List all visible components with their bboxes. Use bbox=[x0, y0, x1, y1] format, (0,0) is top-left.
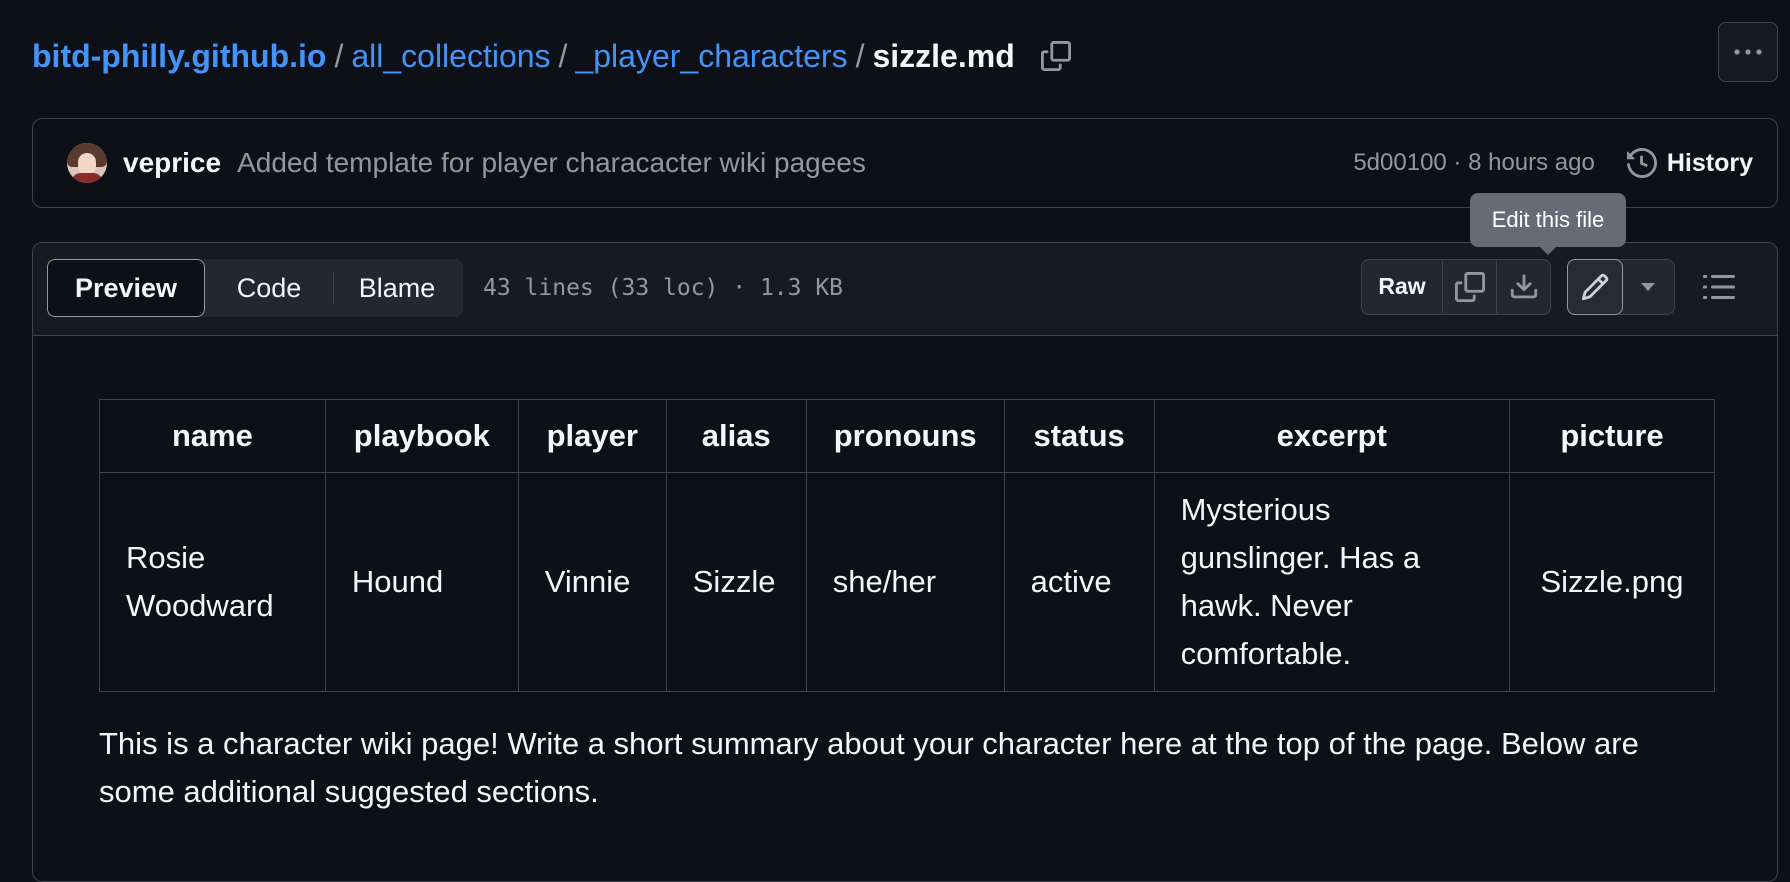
markdown-body: name playbook player alias pronouns stat… bbox=[99, 399, 1716, 847]
table-cell-name: Rosie Woodward bbox=[99, 472, 326, 692]
copy-raw-button[interactable] bbox=[1442, 260, 1496, 313]
table-cell-status: active bbox=[1003, 472, 1155, 692]
table-cell-pronouns: she/her bbox=[805, 472, 1005, 692]
breadcrumb-repo-link[interactable]: bitd-philly.github.io bbox=[32, 38, 326, 75]
summary-paragraph: This is a character wiki page! Write a s… bbox=[99, 726, 1639, 809]
breadcrumb-folder-link[interactable]: all_collections bbox=[351, 38, 550, 75]
commit-author-link[interactable]: veprice bbox=[123, 147, 221, 179]
list-unordered-icon bbox=[1703, 275, 1735, 299]
column-header: status bbox=[1003, 399, 1155, 473]
download-icon bbox=[1510, 273, 1537, 298]
copy-icon bbox=[1454, 271, 1485, 302]
file-header: Preview Code Blame 43 lines (33 loc) · 1… bbox=[33, 243, 1777, 336]
column-header: picture bbox=[1508, 399, 1716, 473]
column-header: alias bbox=[665, 399, 807, 473]
kebab-horizontal-icon bbox=[1734, 49, 1762, 55]
breadcrumb-current-file: sizzle.md bbox=[872, 37, 1015, 74]
breadcrumb-folder-link[interactable]: _player_characters bbox=[575, 38, 847, 75]
commit-sha-time[interactable]: 5d00100 · 8 hours ago bbox=[1353, 149, 1595, 177]
tab-blame[interactable]: Blame bbox=[334, 259, 460, 317]
copy-path-icon[interactable] bbox=[1040, 41, 1071, 71]
history-icon bbox=[1626, 148, 1657, 178]
avatar[interactable] bbox=[67, 143, 107, 183]
raw-button[interactable]: Raw bbox=[1362, 260, 1442, 313]
history-button[interactable]: History bbox=[1626, 148, 1753, 178]
column-header: name bbox=[99, 399, 326, 473]
tab-preview[interactable]: Preview bbox=[47, 259, 205, 317]
breadcrumb-separator: / bbox=[558, 37, 568, 74]
table-cell-playbook: Hound bbox=[324, 472, 519, 692]
edit-options-dropdown[interactable] bbox=[1623, 260, 1673, 313]
history-label: History bbox=[1666, 148, 1753, 177]
breadcrumb-separator: / bbox=[855, 37, 865, 74]
edit-button-group bbox=[1566, 258, 1675, 315]
file-view: Preview Code Blame 43 lines (33 loc) · 1… bbox=[32, 242, 1778, 882]
column-header: pronouns bbox=[805, 399, 1005, 473]
character-table: name playbook player alias pronouns stat… bbox=[99, 399, 1716, 692]
tab-code[interactable]: Code bbox=[205, 259, 333, 317]
commit-message-link[interactable]: Added template for player characacter wi… bbox=[237, 147, 866, 179]
breadcrumb: bitd-philly.github.io / all_collections … bbox=[32, 30, 1071, 82]
file-size-info: 43 lines (33 loc) · 1.3 KB bbox=[483, 275, 844, 301]
table-cell-picture: Sizzle.png bbox=[1508, 472, 1716, 692]
breadcrumb-separator: / bbox=[334, 37, 344, 74]
download-raw-button[interactable] bbox=[1496, 260, 1550, 313]
view-mode-segmented-control: Preview Code Blame bbox=[47, 259, 463, 317]
column-header: playbook bbox=[324, 399, 519, 473]
edit-tooltip: Edit this file bbox=[1470, 193, 1626, 255]
table-cell-player: Vinnie bbox=[517, 472, 667, 692]
edit-file-button[interactable] bbox=[1566, 258, 1623, 315]
raw-copy-download-group: Raw bbox=[1361, 259, 1551, 315]
pencil-icon bbox=[1581, 273, 1608, 300]
table-cell-alias: Sizzle bbox=[665, 472, 807, 692]
column-header: excerpt bbox=[1153, 399, 1510, 473]
table-row: Rosie Woodward Hound Vinnie Sizzle she/h… bbox=[99, 472, 1716, 692]
more-options-button[interactable] bbox=[1718, 22, 1778, 82]
triangle-down-icon bbox=[1640, 282, 1655, 291]
table-cell-excerpt: Mysterious gunslinger. Has a hawk. Never… bbox=[1153, 472, 1510, 692]
column-header: player bbox=[517, 399, 667, 473]
outline-button[interactable] bbox=[1697, 265, 1741, 309]
table-header-row: name playbook player alias pronouns stat… bbox=[99, 399, 1716, 473]
